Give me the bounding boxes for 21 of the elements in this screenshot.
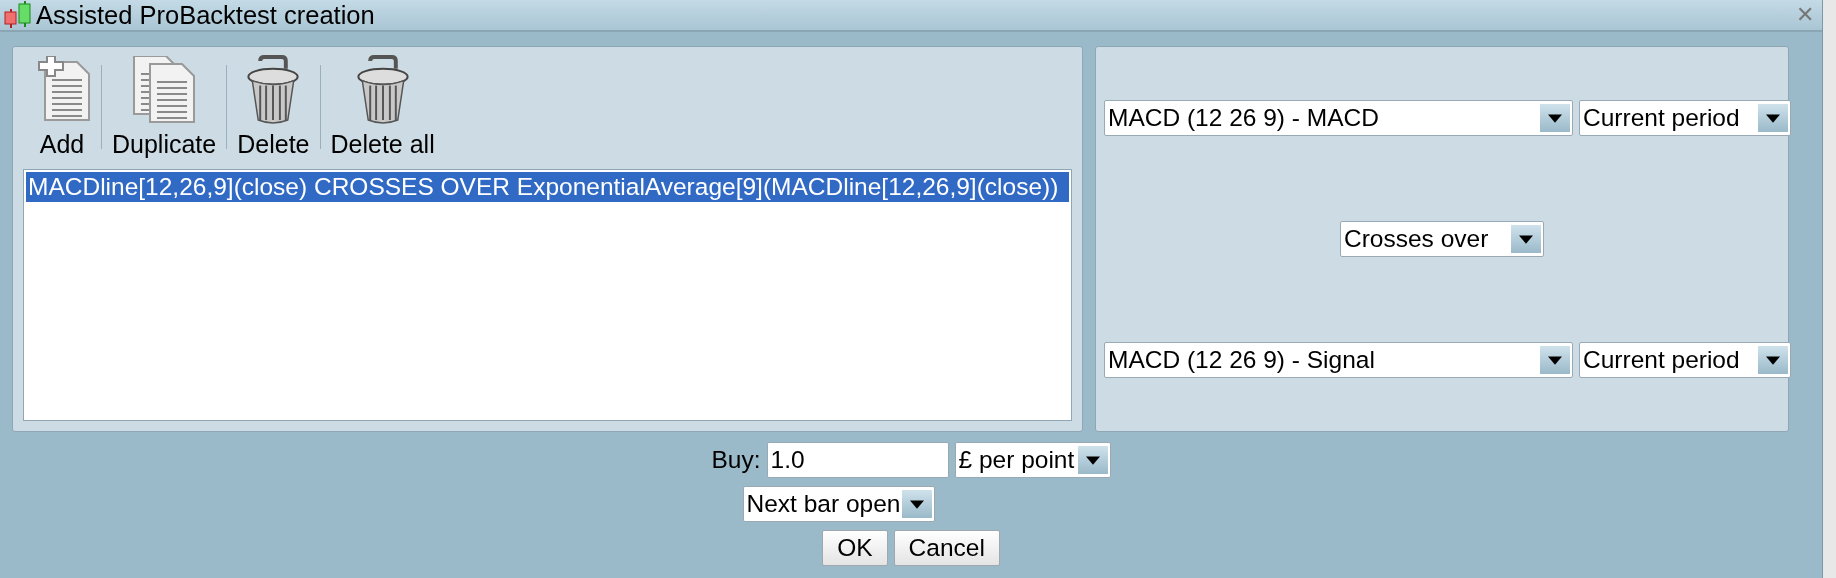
indicator-dropdown[interactable]: MACD (12 26 9) - Signal bbox=[1104, 342, 1573, 379]
buy-label: Buy: bbox=[711, 446, 761, 474]
candlestick-icon bbox=[2, 1, 32, 29]
copy-documents-icon bbox=[132, 56, 197, 124]
condition-row[interactable]: MACDline[12,26,9](close) CROSSES OVER ExponentialAverage[9](MACDline[12,26,9](close)) bbox=[26, 172, 1069, 202]
unit-dropdown[interactable]: £ per point bbox=[954, 442, 1111, 478]
delete-all-button[interactable]: Delete all bbox=[320, 55, 445, 163]
timing-dropdown[interactable]: Next bar open bbox=[742, 486, 936, 522]
operator-dropdown[interactable]: Crosses over bbox=[1340, 221, 1544, 257]
window-title: Assisted ProBacktest creation bbox=[36, 0, 376, 30]
ok-button[interactable]: OK bbox=[822, 530, 888, 566]
trash-can-icon bbox=[355, 55, 410, 124]
cancel-button[interactable]: Cancel bbox=[893, 530, 1000, 566]
quantity-field[interactable]: 1.0 bbox=[766, 442, 949, 478]
add-button[interactable]: Add bbox=[23, 55, 101, 163]
delete-button[interactable]: Delete bbox=[227, 55, 320, 163]
period-dropdown[interactable]: Current period bbox=[1579, 99, 1791, 136]
indicator-dropdown[interactable]: MACD (12 26 9) - MACD bbox=[1104, 99, 1573, 136]
period-dropdown[interactable]: Current period bbox=[1579, 342, 1791, 379]
trash-can-icon bbox=[246, 55, 301, 124]
duplicate-button[interactable]: Duplicate bbox=[102, 55, 227, 163]
